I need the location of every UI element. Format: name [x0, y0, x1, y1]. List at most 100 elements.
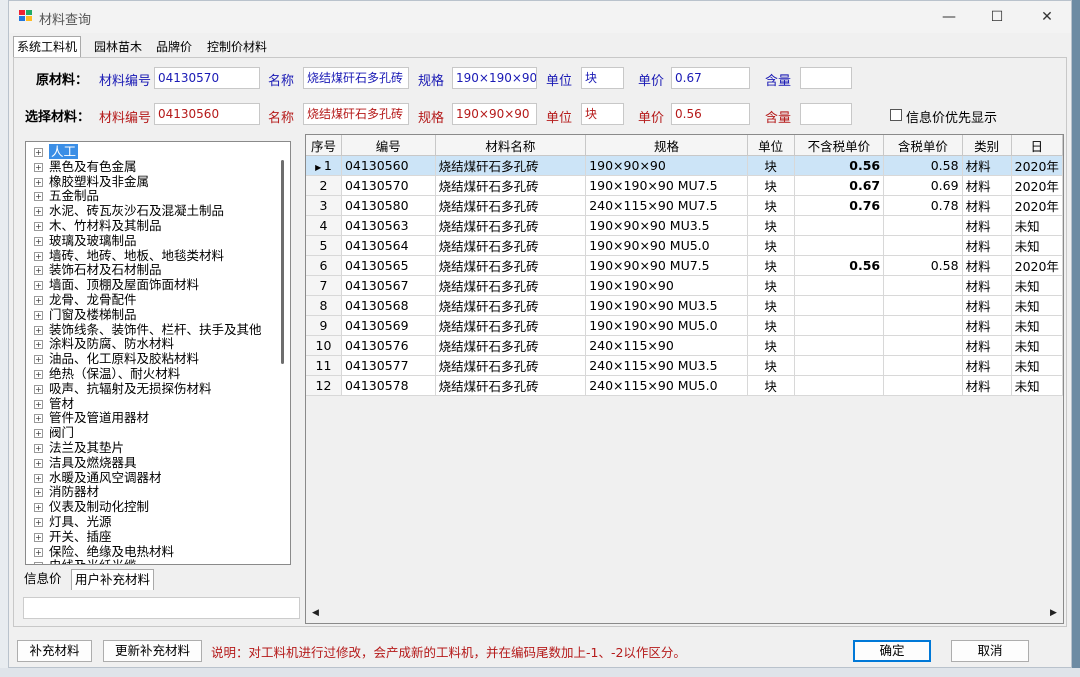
tab-system-materials[interactable]: 系统工料机: [13, 36, 82, 58]
tree-node[interactable]: + 橡胶塑料及非金属: [34, 174, 149, 189]
expand-plus-icon[interactable]: +: [34, 281, 43, 291]
column-header[interactable]: 材料名称: [435, 135, 587, 156]
tree-node[interactable]: + 水泥、砖瓦灰沙石及混凝土制品: [34, 203, 224, 218]
table-row[interactable]: 11 04130577 烧结煤矸石多孔砖 240×115×90 MU3.5 块 材料 未知: [306, 355, 1063, 376]
tab-brand-price[interactable]: 品牌价: [153, 37, 195, 57]
selected-price-field[interactable]: 0.56: [671, 103, 750, 125]
expand-plus-icon[interactable]: +: [34, 370, 43, 379]
tree-node[interactable]: + 人工: [34, 144, 79, 159]
tree-node[interactable]: + 龙骨、龙骨配件: [34, 292, 137, 307]
tree-node[interactable]: + 墙砖、地砖、地板、地毯类材料: [34, 248, 224, 263]
original-unit-field[interactable]: 块: [581, 67, 624, 89]
original-price-field[interactable]: 0.67: [671, 67, 750, 89]
original-code-field[interactable]: 04130570: [154, 67, 260, 89]
table-row[interactable]: 3 04130580 烧结煤矸石多孔砖 240×115×90 MU7.5 块 0.76 0.…: [306, 195, 1063, 216]
column-header[interactable]: 编号: [341, 135, 436, 156]
expand-plus-icon[interactable]: +: [34, 310, 43, 320]
close-button[interactable]: ✕: [1025, 5, 1069, 29]
tree-node[interactable]: + 装饰石材及石材制品: [34, 262, 162, 277]
tree-node[interactable]: + 门窗及楼梯制品: [34, 307, 137, 322]
selected-spec-field[interactable]: 190×90×90: [452, 103, 537, 125]
update-supplement-button[interactable]: 更新补充材料: [103, 640, 202, 662]
scroll-right-arrow-icon[interactable]: ▶: [1046, 606, 1061, 621]
expand-plus-icon[interactable]: +: [34, 222, 43, 231]
table-row[interactable]: 10 04130576 烧结煤矸石多孔砖 240×115×90 块 材料 未知: [306, 335, 1063, 356]
selected-quantity-field[interactable]: [800, 103, 852, 125]
tree-node[interactable]: + 消防器材: [34, 484, 99, 499]
tab-user-supplement[interactable]: 用户补充材料: [71, 569, 155, 590]
original-name-field[interactable]: 烧结煤矸石多孔砖: [303, 67, 409, 89]
cancel-button[interactable]: 取消: [951, 640, 1029, 662]
expand-plus-icon[interactable]: +: [34, 547, 43, 557]
tree-node[interactable]: + 法兰及其垫片: [34, 440, 124, 455]
tree-node[interactable]: + 仪表及制动化控制: [34, 499, 149, 514]
expand-plus-icon[interactable]: +: [34, 503, 43, 513]
tree-node[interactable]: + 灯具、光源: [34, 514, 112, 529]
expand-plus-icon[interactable]: +: [34, 488, 43, 498]
expand-plus-icon[interactable]: +: [34, 458, 43, 468]
tree-node[interactable]: + 管件及管道用器材: [34, 410, 149, 425]
column-header[interactable]: 日: [1011, 135, 1063, 156]
tree-node[interactable]: + 管材: [34, 396, 74, 411]
expand-plus-icon[interactable]: +: [34, 192, 43, 202]
expand-plus-icon[interactable]: +: [34, 340, 43, 350]
expand-plus-icon[interactable]: +: [34, 266, 43, 276]
table-row[interactable]: 8 04130568 烧结煤矸石多孔砖 190×190×90 MU3.5 块 材料 未知: [306, 295, 1063, 316]
tree-node[interactable]: + 吸声、抗辐射及无损探伤材料: [34, 381, 212, 396]
scroll-left-arrow-icon[interactable]: ◀: [308, 606, 323, 621]
table-row[interactable]: 4 04130563 烧结煤矸石多孔砖 190×90×90 MU3.5 块 材料 未知: [306, 215, 1063, 236]
expand-plus-icon[interactable]: +: [34, 251, 43, 261]
tab-landscape-seedlings[interactable]: 园林苗木: [91, 37, 145, 57]
column-header[interactable]: 单位: [747, 135, 795, 156]
tree-node[interactable]: + 保险、绝缘及电热材料: [34, 544, 174, 559]
expand-plus-icon[interactable]: +: [34, 399, 43, 409]
column-header[interactable]: 序号: [306, 135, 342, 156]
expand-plus-icon[interactable]: +: [34, 325, 43, 335]
expand-plus-icon[interactable]: +: [34, 562, 43, 564]
expand-plus-icon[interactable]: +: [34, 148, 43, 157]
tree-node[interactable]: + 电线及光纤光缆: [34, 558, 137, 564]
table-row[interactable]: 5 04130564 烧结煤矸石多孔砖 190×90×90 MU5.0 块 材料 未知: [306, 235, 1063, 256]
column-header[interactable]: 含税单价: [883, 135, 963, 156]
expand-plus-icon[interactable]: +: [34, 532, 43, 542]
original-quantity-field[interactable]: [800, 67, 852, 89]
expand-plus-icon[interactable]: +: [34, 444, 43, 453]
expand-plus-icon[interactable]: +: [34, 355, 43, 365]
priority-checkbox[interactable]: [890, 109, 902, 121]
selected-name-field[interactable]: 烧结煤矸石多孔砖: [303, 103, 409, 125]
tree-node[interactable]: + 黑色及有色金属: [34, 159, 137, 174]
tree-node[interactable]: + 涂料及防腐、防水材料: [34, 336, 174, 351]
tree-node[interactable]: + 装饰线条、装饰件、栏杆、扶手及其他: [34, 322, 262, 337]
tree-node[interactable]: + 五金制品: [34, 188, 99, 203]
minimize-button[interactable]: —: [927, 5, 971, 29]
table-row[interactable]: 7 04130567 烧结煤矸石多孔砖 190×190×90 块 材料 未知: [306, 275, 1063, 296]
table-row[interactable]: 9 04130569 烧结煤矸石多孔砖 190×190×90 MU5.0 块 材料 未知: [306, 315, 1063, 336]
supplement-search-field[interactable]: [23, 597, 300, 619]
tree-node[interactable]: + 墙面、顶棚及屋面饰面材料: [34, 277, 199, 292]
tree-node[interactable]: + 玻璃及玻璃制品: [34, 233, 137, 248]
tree-node[interactable]: + 油品、化工原料及胶粘材料: [34, 351, 199, 366]
column-header[interactable]: 类别: [962, 135, 1012, 156]
tree-node[interactable]: + 阀门: [34, 425, 74, 440]
material-category-tree[interactable]: + 人工 + 黑色及有色金属 + 橡胶塑料及非金属 + 五金制品 + 水泥、砖瓦灰沙石及混凝土制品…: [25, 141, 291, 565]
selected-unit-field[interactable]: 块: [581, 103, 624, 125]
table-row[interactable]: 6 04130565 烧结煤矸石多孔砖 190×90×90 MU7.5 块 0.56 0.5…: [306, 255, 1063, 276]
column-header[interactable]: 规格: [585, 135, 748, 156]
expand-plus-icon[interactable]: +: [34, 236, 43, 246]
table-row[interactable]: 12 04130578 烧结煤矸石多孔砖 240×115×90 MU5.0 块 材料 未知: [306, 375, 1063, 396]
ok-button[interactable]: 确定: [853, 640, 931, 662]
tree-node[interactable]: + 开关、插座: [34, 529, 112, 544]
expand-plus-icon[interactable]: +: [34, 473, 43, 483]
tree-node[interactable]: + 洁具及燃烧器具: [34, 455, 137, 470]
original-spec-field[interactable]: 190×190×90: [452, 67, 537, 89]
supplement-material-button[interactable]: 补充材料: [17, 640, 92, 662]
expand-plus-icon[interactable]: +: [34, 207, 43, 217]
tree-node[interactable]: + 水暖及通风空调器材: [34, 470, 162, 485]
expand-plus-icon[interactable]: +: [34, 384, 43, 394]
table-row[interactable]: 2 04130570 烧结煤矸石多孔砖 190×190×90 MU7.5 块 0.67 0.…: [306, 175, 1063, 196]
table-row[interactable]: ▶ 1 04130560 烧结煤矸石多孔砖 190×90×90 块 0.56 0.58 材料 2…: [306, 155, 1063, 176]
expand-plus-icon[interactable]: +: [34, 518, 43, 527]
expand-plus-icon[interactable]: +: [34, 429, 43, 439]
tree-node[interactable]: + 绝热（保温）、耐火材料: [34, 366, 180, 381]
expand-plus-icon[interactable]: +: [34, 177, 43, 187]
